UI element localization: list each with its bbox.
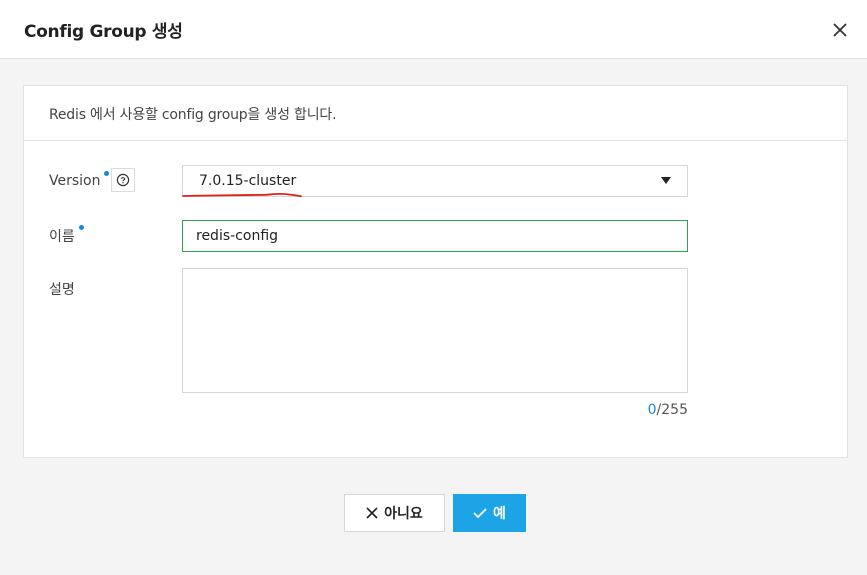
description-bar: Redis 에서 사용할 config group을 생성 합니다. [24, 86, 847, 141]
form-panel: Redis 에서 사용할 config group을 생성 합니다. Versi… [23, 85, 848, 458]
dialog-description: Redis 에서 사용할 config group을 생성 합니다. [49, 107, 337, 123]
name-input[interactable] [182, 220, 688, 252]
close-button[interactable] [828, 18, 852, 42]
close-icon [833, 23, 847, 37]
version-label: Version [49, 173, 101, 189]
red-annotation-underline [182, 193, 302, 198]
required-indicator [104, 171, 109, 176]
char-count-max: /255 [656, 402, 688, 418]
yes-button[interactable]: 예 [453, 494, 526, 532]
help-icon [116, 173, 130, 187]
name-label: 이름 [49, 229, 75, 245]
description-label: 설명 [49, 282, 75, 298]
description-textarea[interactable] [182, 268, 688, 393]
yes-button-label: 예 [493, 506, 506, 522]
no-button[interactable]: 아니요 [344, 494, 445, 532]
check-icon [473, 508, 487, 519]
dialog-title: Config Group 생성 [24, 22, 183, 42]
no-button-label: 아니요 [384, 506, 423, 522]
version-help-button[interactable] [111, 168, 135, 192]
required-indicator [79, 225, 84, 230]
char-count-current: 0 [647, 402, 657, 418]
dialog-header: Config Group 생성 [0, 0, 867, 59]
dropdown-arrow-icon [661, 177, 671, 184]
version-selected-value: 7.0.15-cluster [199, 173, 297, 189]
x-icon [366, 507, 378, 519]
char-counter: 0/255 [624, 402, 688, 418]
